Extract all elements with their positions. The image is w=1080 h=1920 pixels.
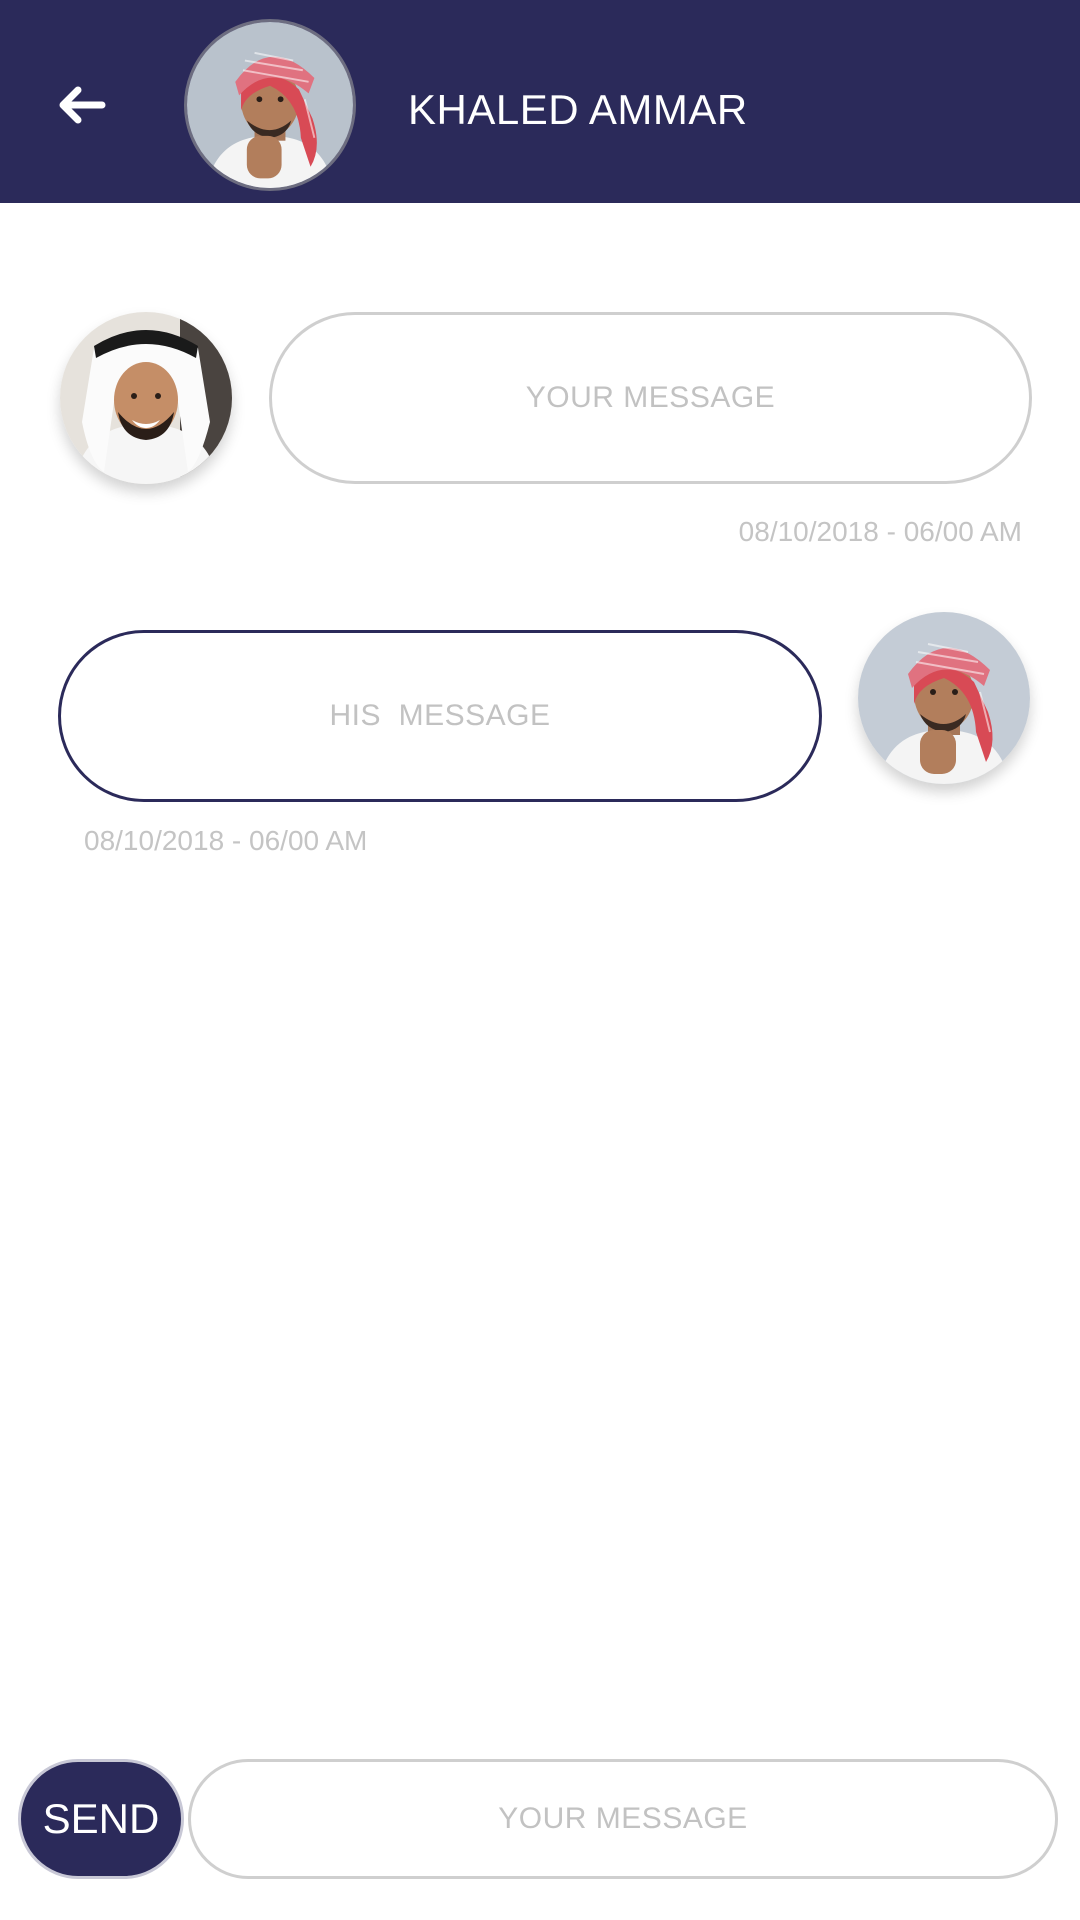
contact-name: KHALED AMMAR bbox=[408, 86, 748, 133]
message-bubble-mine[interactable]: YOUR MESSAGE bbox=[269, 312, 1032, 484]
contact-photo bbox=[187, 22, 353, 188]
contact-photo bbox=[858, 612, 1030, 784]
chat-header: KHALED AMMAR bbox=[0, 0, 1080, 203]
send-button[interactable]: SEND bbox=[18, 1759, 184, 1879]
message-text: YOUR MESSAGE bbox=[525, 381, 776, 414]
message-text: HIS MESSAGE bbox=[329, 699, 551, 732]
back-button[interactable] bbox=[46, 70, 116, 140]
message-input[interactable] bbox=[188, 1759, 1058, 1879]
contact-message-avatar[interactable] bbox=[858, 612, 1030, 784]
message-timestamp: 08/10/2018 - 06/00 AM bbox=[84, 825, 368, 856]
contact-avatar[interactable] bbox=[184, 19, 356, 191]
message-bubble-his[interactable]: HIS MESSAGE bbox=[58, 630, 822, 802]
chat-screen: KHALED AMMAR YOUR MESSAGE 08/10/2018 - 0… bbox=[0, 0, 1080, 1920]
sender-avatar[interactable] bbox=[60, 312, 232, 484]
sender-photo bbox=[60, 312, 232, 484]
message-timestamp: 08/10/2018 - 06/00 AM bbox=[738, 516, 1022, 547]
arrow-left-icon bbox=[59, 86, 106, 124]
